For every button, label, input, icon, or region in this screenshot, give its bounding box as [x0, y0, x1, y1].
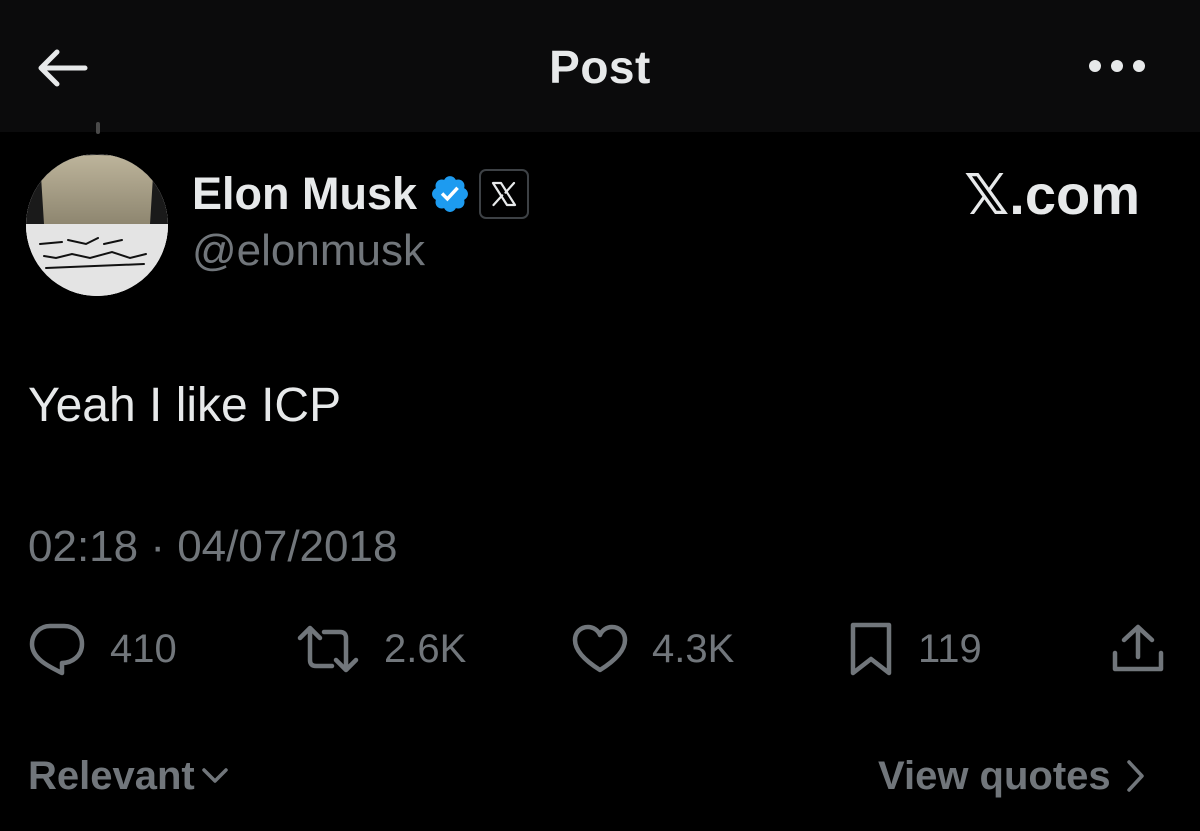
- tweet-text: Yeah I like ICP: [28, 379, 342, 432]
- bookmark-button[interactable]: 119: [848, 618, 982, 680]
- author-handle[interactable]: @elonmusk: [192, 226, 425, 276]
- repost-count: 2.6K: [384, 626, 467, 671]
- repost-button[interactable]: 2.6K: [296, 618, 466, 680]
- chevron-right-icon: [1125, 759, 1145, 793]
- chevron-down-icon: [201, 767, 229, 785]
- share-button[interactable]: [1110, 618, 1166, 680]
- x-logo-icon: [491, 181, 517, 207]
- repost-icon: [297, 625, 359, 673]
- avatar-image: [26, 154, 168, 296]
- top-bar: Post: [0, 0, 1200, 132]
- sort-replies-dropdown[interactable]: Relevant: [28, 752, 229, 800]
- author-name-row: Elon Musk: [192, 166, 530, 222]
- more-options-button[interactable]: [1080, 42, 1154, 90]
- like-count: 4.3K: [652, 626, 735, 671]
- view-quotes-link[interactable]: View quotes: [878, 752, 1145, 800]
- bookmark-count: 119: [918, 626, 982, 671]
- reply-count: 410: [110, 626, 177, 671]
- page-title: Post: [549, 41, 651, 93]
- reply-icon: [29, 623, 85, 676]
- thread-connector: [96, 122, 100, 134]
- avatar[interactable]: [26, 154, 168, 296]
- author-name[interactable]: Elon Musk: [192, 168, 417, 220]
- share-icon: [1112, 624, 1164, 672]
- like-button[interactable]: 4.3K: [572, 618, 734, 680]
- source-watermark: 𝕏.com: [964, 163, 1140, 226]
- more-horizontal-icon: [1089, 60, 1145, 72]
- verified-badge-icon: [429, 173, 471, 215]
- reply-button[interactable]: 410: [28, 618, 177, 680]
- sort-label: Relevant: [28, 753, 195, 798]
- tweet-timestamp[interactable]: 02:18 · 04/07/2018: [28, 522, 397, 572]
- heart-icon: [572, 624, 628, 673]
- bookmark-icon: [850, 622, 892, 676]
- x-affiliate-badge[interactable]: [479, 169, 530, 219]
- view-quotes-label: View quotes: [878, 753, 1111, 798]
